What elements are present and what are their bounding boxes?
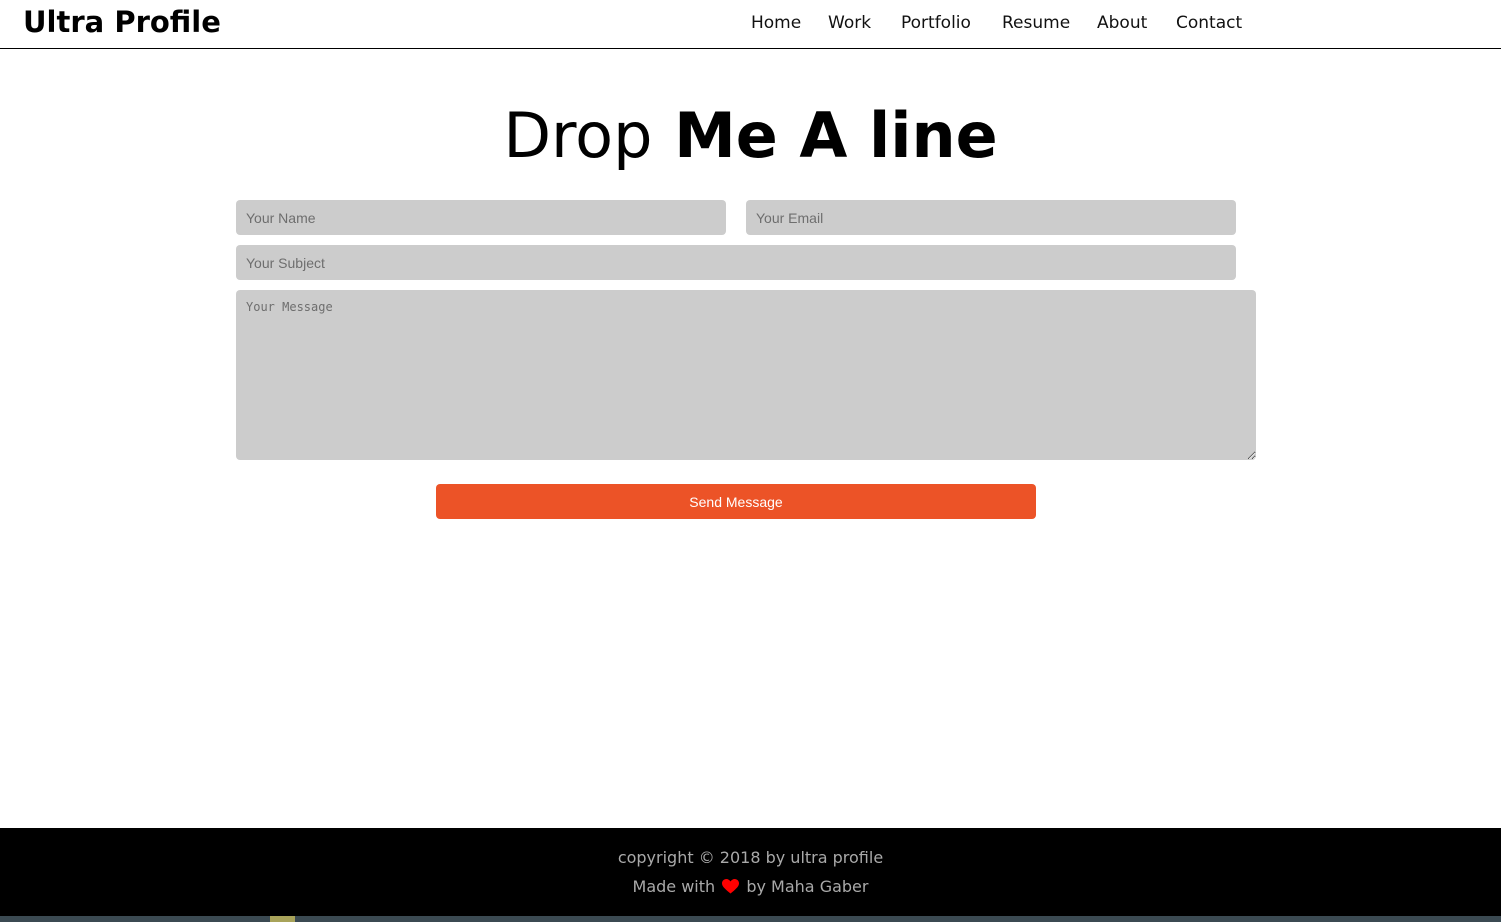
heading-bold-text: Me A line <box>674 99 998 172</box>
main-nav: Home Work Portfolio Resume About Contact <box>0 0 1501 48</box>
page-footer: copyright © 2018 by ultra profile Made w… <box>0 828 1501 916</box>
made-with-text: Made with <box>632 877 716 896</box>
subject-input[interactable] <box>236 245 1236 280</box>
nav-work[interactable]: Work <box>828 12 871 34</box>
send-message-button[interactable]: Send Message <box>436 484 1036 519</box>
heading-light-text: Drop <box>503 99 653 172</box>
made-with-line: Made with by Maha Gaber <box>0 872 1501 903</box>
taskbar-strip <box>0 916 1501 922</box>
nav-resume[interactable]: Resume <box>1002 12 1070 34</box>
nav-home[interactable]: Home <box>751 12 801 34</box>
copyright-text: copyright © 2018 by ultra profile <box>617 848 884 867</box>
heart-icon <box>722 874 740 903</box>
top-navbar: Ultra Profile Home Work Portfolio Resume… <box>0 0 1501 49</box>
message-textarea[interactable] <box>236 290 1256 460</box>
nav-portfolio[interactable]: Portfolio <box>901 12 971 34</box>
name-input[interactable] <box>236 200 726 235</box>
nav-about[interactable]: About <box>1097 12 1147 34</box>
author-text: by Maha Gaber <box>746 877 869 896</box>
email-input[interactable] <box>746 200 1236 235</box>
nav-contact[interactable]: Contact <box>1176 12 1242 34</box>
taskbar-accent <box>270 916 295 922</box>
contact-heading: Drop Me A line <box>0 98 1501 174</box>
